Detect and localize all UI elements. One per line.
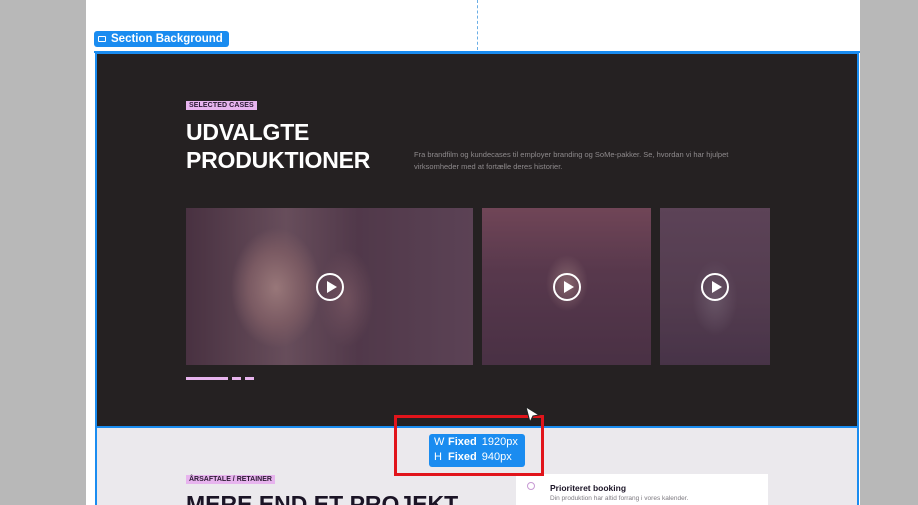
video-card-1[interactable] (186, 208, 473, 365)
carousel-dot-active[interactable] (186, 377, 228, 380)
play-icon[interactable] (552, 272, 581, 301)
play-icon[interactable] (701, 272, 729, 301)
cases-lead: Fra brandfilm og kundecases til employer… (414, 150, 729, 171)
feature-text: Din produktion har altid forrang i vores… (550, 495, 689, 502)
cases-title-line1: UDVALGTE (186, 119, 310, 145)
carousel-dot[interactable] (232, 377, 241, 380)
selection-outline (94, 51, 860, 53)
video-card-2[interactable] (482, 208, 651, 365)
retainer-eyebrow: ÅRSAFTALE / RETAINER (186, 475, 275, 484)
carousel-dot[interactable] (245, 377, 254, 380)
cases-eyebrow: SELECTED CASES (186, 101, 257, 110)
check-circle-icon (527, 482, 535, 490)
video-card-3[interactable] (660, 208, 770, 365)
cases-title: UDVALGTE PRODUKTIONER (186, 118, 406, 174)
canvas-gutter-right (860, 0, 918, 505)
section-background-tag[interactable]: Section Background (94, 31, 229, 47)
annotation-highlight-box (394, 415, 544, 476)
feature-title: Prioriteret booking (550, 483, 627, 493)
section-icon (98, 36, 106, 42)
mouse-cursor-icon (525, 406, 541, 424)
play-icon[interactable] (315, 272, 344, 301)
cases-section[interactable]: SELECTED CASES UDVALGTE PRODUKTIONER Fra… (95, 52, 859, 428)
canvas-gutter-left (0, 0, 86, 505)
section-tag-label: Section Background (111, 33, 223, 45)
cases-title-line2: PRODUKTIONER (186, 147, 371, 173)
carousel-pagination (186, 377, 254, 380)
feature-card[interactable]: Prioriteret booking Din produktion har a… (516, 474, 768, 505)
retainer-title: MERE END ET PROJEKT (186, 491, 459, 505)
column-guide (477, 0, 478, 50)
